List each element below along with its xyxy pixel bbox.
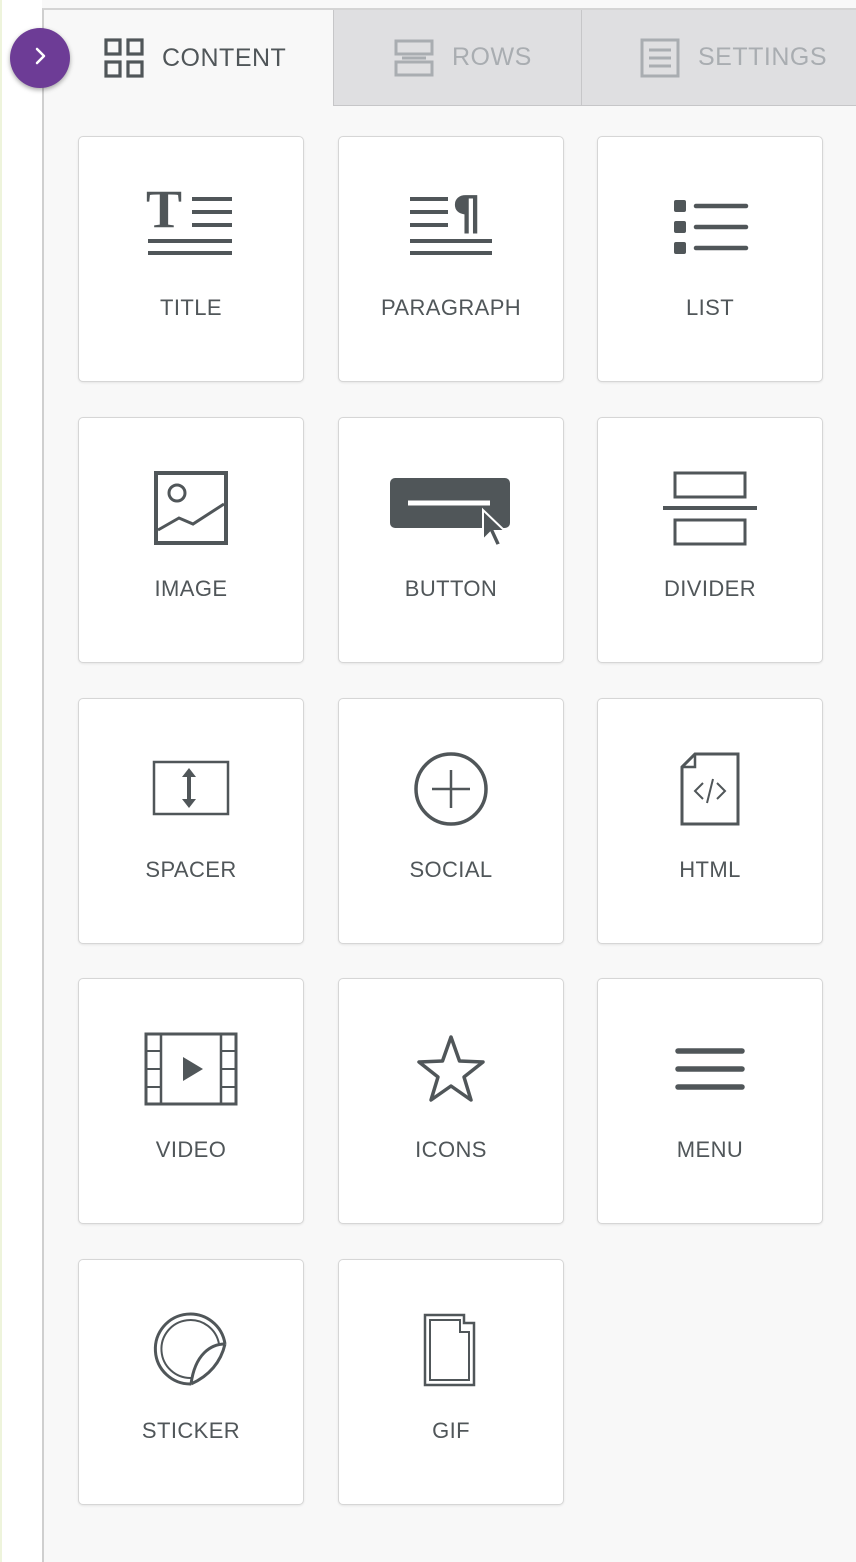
svg-text:¶: ¶ <box>452 187 481 240</box>
tile-button[interactable]: BUTTON <box>338 417 564 663</box>
tile-label: ICONS <box>415 1137 487 1162</box>
tile-social[interactable]: SOCIAL <box>338 698 564 944</box>
tile-icons[interactable]: ICONS <box>338 978 564 1224</box>
tab-content-label: CONTENT <box>162 43 287 72</box>
tile-label: MENU <box>676 1137 744 1162</box>
tile-gif[interactable]: GIF <box>338 1259 564 1505</box>
gif-icon <box>339 1300 563 1400</box>
tile-label: BUTTON <box>404 576 498 601</box>
star-icon <box>339 1019 563 1119</box>
tile-label: TITLE <box>160 295 222 320</box>
spacer-icon <box>79 739 303 839</box>
tile-label: VIDEO <box>155 1137 227 1162</box>
grid-icon <box>104 38 144 78</box>
tab-content[interactable]: CONTENT <box>44 10 333 106</box>
tab-rows[interactable]: ROWS <box>333 10 581 106</box>
tile-spacer[interactable]: SPACER <box>78 698 304 944</box>
tile-label: SOCIAL <box>409 857 493 882</box>
tile-label: DIVIDER <box>663 576 757 601</box>
tile-label: IMAGE <box>154 576 228 601</box>
tile-label: GIF <box>432 1418 470 1443</box>
tile-divider[interactable]: DIVIDER <box>597 417 823 663</box>
sticker-icon <box>79 1300 303 1400</box>
settings-icon <box>640 38 680 78</box>
tile-title[interactable]: T TITLE <box>78 136 304 382</box>
tile-image[interactable]: IMAGE <box>78 417 304 663</box>
svg-text:T: T <box>146 187 182 239</box>
tile-label: SPACER <box>145 857 237 882</box>
list-icon <box>598 177 822 277</box>
divider-icon <box>598 458 822 558</box>
tab-rows-label: ROWS <box>452 43 532 71</box>
image-icon <box>79 458 303 558</box>
tile-html[interactable]: HTML <box>597 698 823 944</box>
button-icon <box>339 458 563 558</box>
menu-icon <box>598 1019 822 1119</box>
content-panel: CONTENT ROWS SETTINGS T TITLE ¶ PARAGRAP… <box>42 8 856 1562</box>
tile-label: PARAGRAPH <box>380 295 522 320</box>
panel-toggle-button[interactable] <box>10 28 70 88</box>
tile-sticker[interactable]: STICKER <box>78 1259 304 1505</box>
paragraph-icon: ¶ <box>339 177 563 277</box>
chevron-right-icon <box>28 44 52 73</box>
tile-list[interactable]: LIST <box>597 136 823 382</box>
tile-label: HTML <box>679 857 741 882</box>
tile-menu[interactable]: MENU <box>597 978 823 1224</box>
tile-label: LIST <box>685 295 735 320</box>
title-icon: T <box>79 177 303 277</box>
canvas-edge <box>0 0 42 1562</box>
tile-paragraph[interactable]: ¶ PARAGRAPH <box>338 136 564 382</box>
social-icon <box>339 739 563 839</box>
html-icon <box>598 739 822 839</box>
tab-bar: CONTENT ROWS SETTINGS <box>44 10 856 106</box>
rows-icon <box>394 38 434 78</box>
tab-settings[interactable]: SETTINGS <box>581 10 856 106</box>
tile-video[interactable]: VIDEO <box>78 978 304 1224</box>
tab-settings-label: SETTINGS <box>698 43 828 71</box>
video-icon <box>79 1019 303 1119</box>
tile-label: STICKER <box>141 1418 241 1443</box>
